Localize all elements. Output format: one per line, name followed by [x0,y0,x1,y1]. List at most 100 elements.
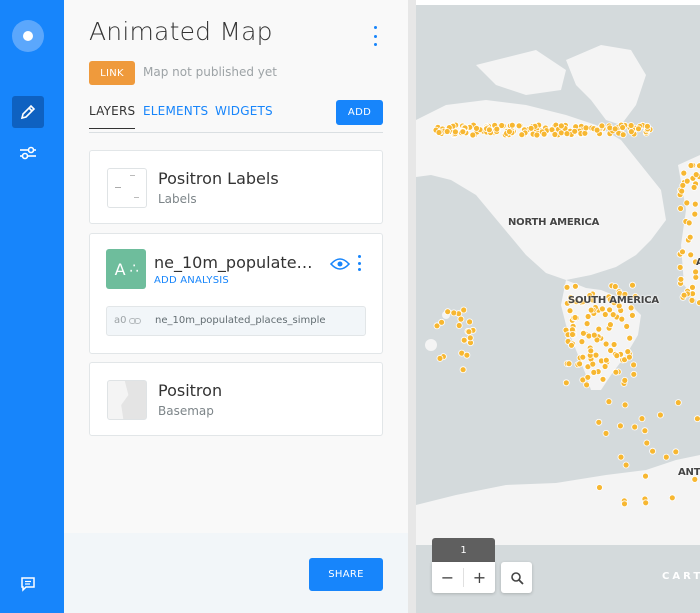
map-title[interactable]: Animated Map [89,17,273,46]
place-point[interactable] [679,248,686,256]
place-point[interactable] [557,122,565,130]
place-point[interactable] [602,356,610,364]
place-point[interactable] [685,219,693,227]
place-point[interactable] [455,322,463,329]
place-point[interactable] [619,131,627,139]
place-point[interactable] [625,353,633,361]
layer-options-icon[interactable] [354,255,364,271]
place-point[interactable] [457,315,465,323]
place-point[interactable] [527,124,535,132]
place-point[interactable] [450,309,458,317]
place-point[interactable] [583,381,591,389]
place-point[interactable] [590,331,598,339]
place-point[interactable] [566,307,574,315]
place-point[interactable] [691,210,699,218]
place-point[interactable] [689,283,696,291]
place-point[interactable] [506,128,513,135]
place-point[interactable] [551,131,559,138]
place-point[interactable] [692,268,700,276]
place-point[interactable] [571,314,579,321]
place-point[interactable] [571,282,579,290]
place-point[interactable] [668,494,676,502]
place-point[interactable] [533,131,541,139]
place-point[interactable] [569,331,576,338]
zoom-out-button[interactable]: − [432,562,463,593]
place-point[interactable] [486,126,493,134]
place-point[interactable] [581,129,589,137]
place-point[interactable] [694,415,700,423]
share-button[interactable]: SHARE [309,558,383,591]
place-point[interactable] [643,439,651,447]
place-point[interactable] [623,322,631,330]
place-point[interactable] [643,122,651,130]
place-point[interactable] [469,131,477,139]
edit-pencil-icon[interactable] [12,96,44,128]
place-point[interactable] [584,373,592,381]
place-point[interactable] [443,128,451,135]
place-point[interactable] [598,122,606,130]
place-point[interactable] [466,318,473,326]
place-point[interactable] [576,360,584,368]
zoom-in-button[interactable]: + [464,562,495,593]
place-point[interactable] [605,398,613,406]
place-point[interactable] [616,422,624,430]
place-point[interactable] [687,162,695,169]
place-point[interactable] [596,484,603,491]
place-point[interactable] [678,187,686,195]
place-point[interactable] [626,334,634,342]
place-point[interactable] [629,281,636,289]
place-point[interactable] [601,311,609,318]
place-point[interactable] [613,352,621,360]
settings-sliders-icon[interactable] [12,137,44,169]
place-point[interactable] [444,308,452,316]
layer-card-basemap[interactable]: Positron Basemap [89,362,383,436]
place-point[interactable] [662,453,670,461]
place-point[interactable] [606,321,614,329]
place-point[interactable] [459,128,467,136]
place-point[interactable] [610,341,618,348]
place-point[interactable] [683,177,691,185]
layer-card-labels[interactable]: Positron Labels Labels [89,150,383,224]
place-point[interactable] [540,130,548,138]
place-point[interactable] [590,368,598,376]
place-point[interactable] [562,379,570,387]
place-point[interactable] [696,162,700,170]
place-point[interactable] [680,169,688,177]
tab-elements[interactable]: ELEMENTS [143,104,208,126]
feedback-comment-icon[interactable] [12,568,44,600]
place-point[interactable] [498,122,506,129]
place-point[interactable] [619,124,627,131]
place-point[interactable] [686,233,694,241]
layer-name[interactable]: ne_10m_populated_places_simple [154,253,314,272]
visibility-eye-icon[interactable] [329,256,351,272]
place-point[interactable] [617,453,625,461]
place-point[interactable] [628,311,636,319]
place-point[interactable] [515,122,523,130]
place-point[interactable] [687,251,695,259]
place-point[interactable] [692,171,700,179]
place-point[interactable] [674,399,682,407]
place-point[interactable] [676,263,684,271]
place-point[interactable] [641,427,649,435]
place-point[interactable] [436,354,444,362]
place-point[interactable] [587,306,595,314]
panel-divider[interactable] [408,0,416,613]
place-point[interactable] [435,129,443,136]
place-point[interactable] [602,340,610,348]
place-point[interactable] [621,401,629,409]
place-point[interactable] [677,205,685,212]
map-search-button[interactable] [501,562,532,593]
place-point[interactable] [672,448,680,456]
place-point[interactable] [622,461,630,469]
tab-layers[interactable]: LAYERS [89,104,136,129]
add-analysis-link[interactable]: ADD ANALYSIS [154,275,229,286]
place-point[interactable] [592,351,600,359]
source-node[interactable]: a0 ne_10m_populated_places_simple [106,306,366,336]
add-layer-button[interactable]: ADD [336,100,383,125]
place-point[interactable] [638,415,646,423]
map-options-icon[interactable] [369,26,381,46]
place-point[interactable] [578,338,586,346]
place-point[interactable] [624,348,632,356]
place-point[interactable] [611,283,619,290]
place-point[interactable] [565,360,573,368]
